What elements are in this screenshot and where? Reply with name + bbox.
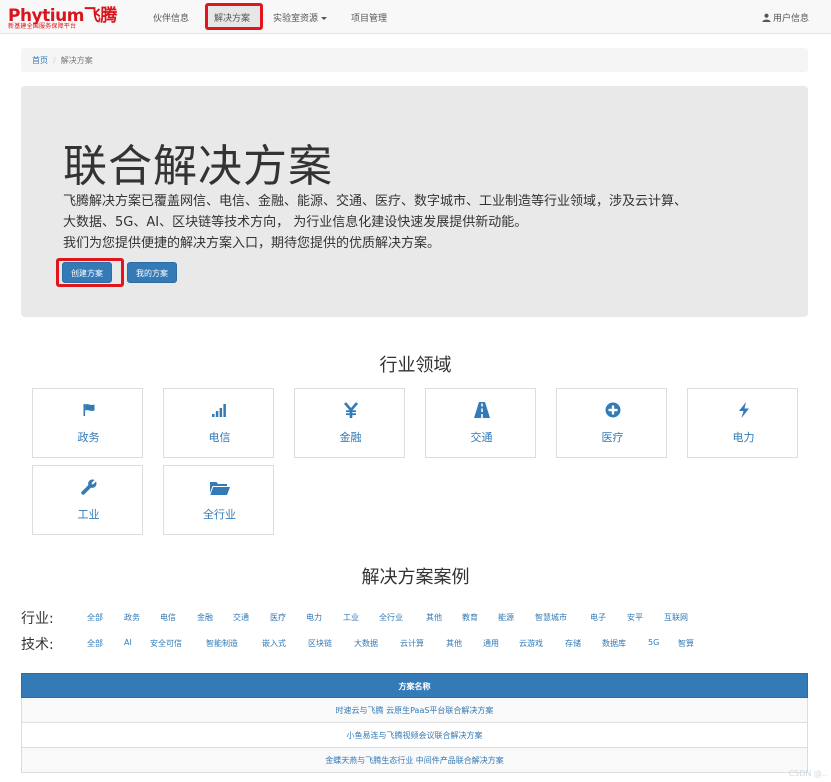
industry-tile-finance[interactable]: 金融 <box>294 388 405 458</box>
road-icon <box>426 401 537 419</box>
brand-logo[interactable]: Phytium飞腾 新基建全国服务保障平台 <box>8 1 133 31</box>
industry-tile-all[interactable]: 全行业 <box>163 465 274 535</box>
flash-icon <box>688 401 799 419</box>
flag-icon <box>33 401 144 419</box>
industry-tile-label: 工业 <box>77 508 100 521</box>
industry-filter-link[interactable]: 能源 <box>498 612 514 623</box>
industry-filter-link[interactable]: 互联网 <box>664 612 688 623</box>
industry-filter-link[interactable]: 金融 <box>197 612 213 623</box>
nav-project-management[interactable]: 项目管理 <box>351 11 387 24</box>
industry-filter-link[interactable]: 全行业 <box>379 612 403 623</box>
plus-circle-icon <box>557 401 668 419</box>
wrench-icon <box>33 478 144 496</box>
industry-tile-label: 医疗 <box>601 431 624 444</box>
table-row[interactable]: 小鱼易连与飞腾视频会议联合解决方案 <box>21 723 808 748</box>
industry-tile-label: 金融 <box>339 431 362 444</box>
hero-text-line-1: 飞腾解决方案已覆盖网信、电信、金融、能源、交通、医疗、数字城市、工业制造等行业领… <box>63 194 688 209</box>
breadcrumb: 首页 / 解决方案 <box>21 48 808 72</box>
industry-filter-link[interactable]: 其他 <box>426 612 442 623</box>
table-header-solution-name: 方案名称 <box>21 673 808 698</box>
industry-filter-link[interactable]: 智慧城市 <box>535 612 567 623</box>
watermark: CSDN @.. <box>788 769 827 778</box>
nav-solutions[interactable]: 解决方案 <box>214 11 250 24</box>
user-info-link[interactable]: 用户信息 <box>762 11 809 24</box>
industry-filter-link[interactable]: 安平 <box>627 612 643 623</box>
industry-filter-link[interactable]: 医疗 <box>270 612 286 623</box>
user-info-label: 用户信息 <box>772 14 809 24</box>
industry-tile-medical[interactable]: 医疗 <box>556 388 667 458</box>
breadcrumb-current: 解决方案 <box>60 56 93 65</box>
industry-filter-link[interactable]: 政务 <box>124 612 140 623</box>
tech-filter-link[interactable]: 5G <box>648 638 659 647</box>
hero-jumbotron: 联合解决方案 飞腾解决方案已覆盖网信、电信、金融、能源、交通、医疗、数字城市、工… <box>21 86 808 317</box>
industry-tile-label: 电力 <box>732 431 755 444</box>
table-row[interactable]: 时速云与飞腾 云原生PaaS平台联合解决方案 <box>21 698 808 723</box>
industry-section-title: 行业领域 <box>379 355 452 376</box>
create-solution-button[interactable]: 创建方案 <box>62 262 112 283</box>
tech-filter-link[interactable]: 通用 <box>483 638 499 649</box>
industry-tile-label: 政务 <box>77 431 100 444</box>
industry-filter-link[interactable]: 电子 <box>590 612 606 623</box>
industry-filter-link[interactable]: 电力 <box>306 612 322 623</box>
tech-filter-link[interactable]: 其他 <box>446 638 462 649</box>
industry-tile-power[interactable]: 电力 <box>687 388 798 458</box>
industry-filter-link[interactable]: 电信 <box>160 612 176 623</box>
nav-lab-resources-label: 实验室资源 <box>273 14 319 24</box>
industry-tile-industrial[interactable]: 工业 <box>32 465 143 535</box>
my-solutions-button[interactable]: 我的方案 <box>127 262 177 283</box>
industry-tile-government[interactable]: 政务 <box>32 388 143 458</box>
industry-filter-label: 行业: <box>21 611 54 627</box>
nav-lab-resources[interactable]: 实验室资源 <box>273 11 328 24</box>
industry-filter-link[interactable]: 全部 <box>87 612 103 623</box>
tech-filter-link[interactable]: 存储 <box>565 638 581 649</box>
breadcrumb-home[interactable]: 首页 <box>32 56 48 65</box>
top-navbar: Phytium飞腾 新基建全国服务保障平台 伙伴信息 解决方案 实验室资源 项目… <box>0 0 831 34</box>
tech-filter-link[interactable]: 安全可信 <box>150 638 182 649</box>
tech-filter-link[interactable]: 云计算 <box>400 638 424 649</box>
tech-filter-link[interactable]: 云游戏 <box>519 638 543 649</box>
folder-open-icon <box>164 478 275 496</box>
brand-slogan: 新基建全国服务保障平台 <box>8 23 77 30</box>
page-title: 联合解决方案 <box>63 141 333 192</box>
caret-down-icon <box>321 17 328 20</box>
industry-filter-link[interactable]: 教育 <box>462 612 478 623</box>
yen-icon <box>295 401 406 419</box>
breadcrumb-separator: / <box>53 56 56 65</box>
industry-tile-transport[interactable]: 交通 <box>425 388 536 458</box>
industry-tile-label: 交通 <box>470 431 493 444</box>
hero-text-line-3: 我们为您提供便捷的解决方案入口，期待您提供的优质解决方案。 <box>63 236 441 251</box>
tech-filter-link[interactable]: 智算 <box>678 638 694 649</box>
industry-filter-link[interactable]: 交通 <box>233 612 249 623</box>
industry-filter-link[interactable]: 工业 <box>343 612 359 623</box>
industry-tile-label: 电信 <box>208 431 231 444</box>
cases-section-title: 解决方案案例 <box>361 567 470 588</box>
nav-partner-info[interactable]: 伙伴信息 <box>153 11 189 24</box>
tech-filter-link[interactable]: 大数据 <box>354 638 378 649</box>
tech-filter-link[interactable]: 全部 <box>87 638 103 649</box>
tech-filter-link[interactable]: 区块链 <box>308 638 332 649</box>
tech-filter-link[interactable]: AI <box>124 638 132 647</box>
hero-text-line-2: 大数据、5G、AI、区块链等技术方向， 为行业信息化建设快速发展提供新动能。 <box>63 215 528 230</box>
signal-icon <box>164 401 275 419</box>
tech-filter-link[interactable]: 嵌入式 <box>262 638 286 649</box>
industry-tile-label: 全行业 <box>203 508 236 521</box>
solutions-table: 方案名称 时速云与飞腾 云原生PaaS平台联合解决方案 小鱼易连与飞腾视频会议联… <box>21 673 808 773</box>
tech-filter-link[interactable]: 智能制造 <box>206 638 238 649</box>
tech-filter-label: 技术: <box>21 637 54 653</box>
industry-tile-telecom[interactable]: 电信 <box>163 388 274 458</box>
user-icon <box>762 13 771 22</box>
tech-filter-link[interactable]: 数据库 <box>602 638 626 649</box>
table-row[interactable]: 金蝶天燕与飞腾生态行业 中间件产品联合解决方案 <box>21 748 808 773</box>
